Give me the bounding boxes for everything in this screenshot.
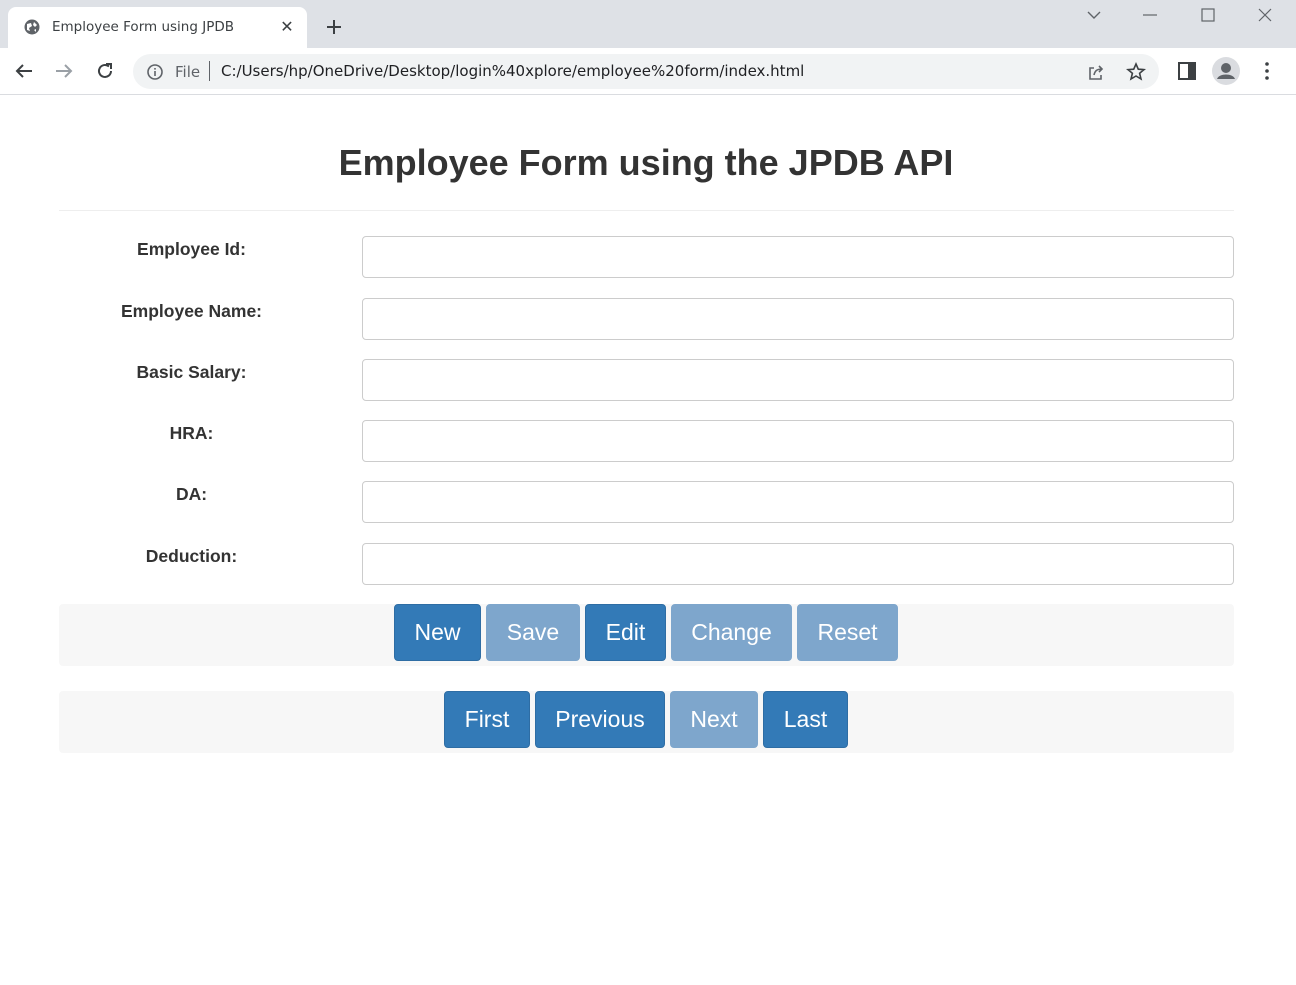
employee-id-input[interactable] (362, 236, 1234, 278)
reload-icon[interactable] (94, 60, 116, 82)
scheme-label: File (175, 63, 201, 81)
new-tab-icon[interactable] (322, 15, 346, 39)
new-button[interactable]: New (394, 604, 481, 661)
employee-id-label: Employee Id: (137, 239, 246, 259)
employee-name-input[interactable] (362, 298, 1234, 340)
page-title: Employee Form using the JPDB API (338, 142, 954, 183)
address-separator (209, 61, 210, 81)
browser-tab[interactable]: Employee Form using JPDB ✕ (8, 7, 307, 48)
info-icon[interactable] (146, 63, 164, 81)
minimize-icon[interactable] (1139, 4, 1161, 26)
maximize-icon[interactable] (1197, 4, 1219, 26)
basic-salary-label: Basic Salary: (136, 362, 247, 382)
save-button[interactable]: Save (486, 604, 580, 661)
hra-label: HRA: (169, 423, 214, 443)
browser-toolbar: File C:/Users/hp/OneDrive/Desktop/login%… (0, 48, 1296, 95)
da-label: DA: (175, 484, 208, 504)
divider (59, 210, 1234, 211)
hra-input[interactable] (362, 420, 1234, 462)
forward-arrow-icon[interactable] (53, 60, 75, 82)
bookmark-star-icon[interactable] (1126, 62, 1146, 82)
side-panel-icon[interactable] (1176, 60, 1198, 82)
globe-icon (24, 19, 40, 35)
back-arrow-icon[interactable] (13, 60, 35, 82)
close-window-icon[interactable] (1254, 4, 1276, 26)
page-content: Employee Form using the JPDB API Employe… (0, 96, 1296, 985)
edit-button[interactable]: Edit (585, 604, 666, 661)
deduction-label: Deduction: (145, 546, 238, 566)
next-button[interactable]: Next (670, 691, 758, 748)
tab-search-icon[interactable] (1083, 4, 1105, 26)
da-input[interactable] (362, 481, 1234, 523)
more-menu-icon[interactable] (1256, 60, 1278, 82)
tab-strip: Employee Form using JPDB ✕ (0, 0, 1296, 48)
deduction-input[interactable] (362, 543, 1234, 585)
action-button-bar: New Save Edit Change Reset (59, 604, 1234, 666)
basic-salary-input[interactable] (362, 359, 1234, 401)
tab-title: Employee Form using JPDB (52, 19, 234, 35)
address-bar[interactable]: File C:/Users/hp/OneDrive/Desktop/login%… (133, 54, 1159, 89)
share-icon[interactable] (1086, 62, 1106, 82)
profile-avatar-icon[interactable] (1212, 57, 1240, 85)
url-text[interactable]: C:/Users/hp/OneDrive/Desktop/login%40xpl… (221, 62, 804, 80)
reset-button[interactable]: Reset (797, 604, 898, 661)
close-tab-icon[interactable]: ✕ (278, 18, 296, 36)
first-button[interactable]: First (444, 691, 530, 748)
navigation-button-bar: First Previous Next Last (59, 691, 1234, 753)
previous-button[interactable]: Previous (535, 691, 665, 748)
change-button[interactable]: Change (671, 604, 792, 661)
last-button[interactable]: Last (763, 691, 848, 748)
employee-name-label: Employee Name: (120, 301, 263, 321)
